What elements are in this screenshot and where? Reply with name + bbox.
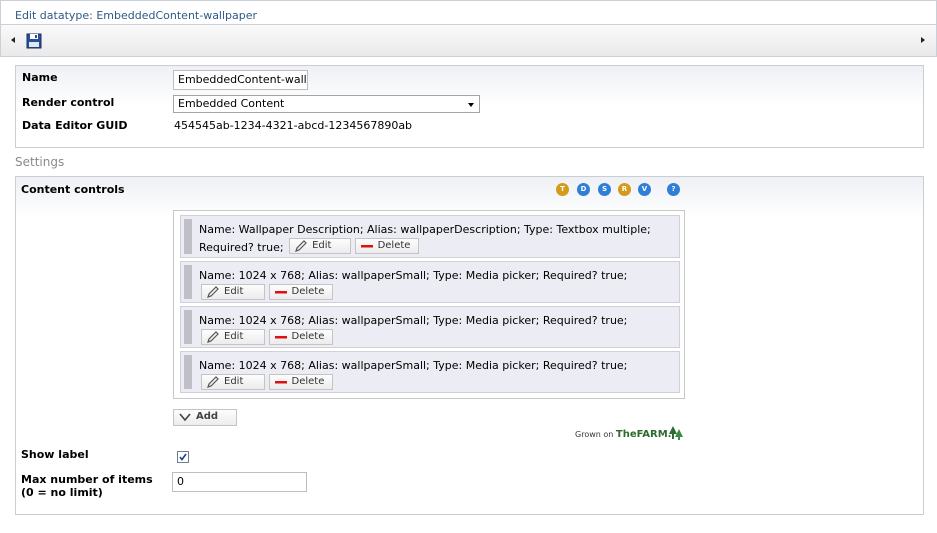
delete-button[interactable]: Delete [268, 374, 333, 390]
show-label-label: Show label [21, 448, 89, 461]
content-controls-label: Content controls [21, 183, 125, 196]
item-description: Name: Wallpaper Description; Alias: wall… [199, 223, 651, 254]
save-icon[interactable] [26, 33, 42, 49]
delete-button[interactable]: Delete [354, 238, 419, 254]
help-icon[interactable]: ? [667, 183, 680, 196]
list-item: Name: 1024 x 768; Alias: wallpaperSmall;… [180, 261, 680, 303]
chevron-down-icon [468, 103, 474, 107]
pencil-icon [295, 240, 307, 252]
delete-button[interactable]: Delete [268, 284, 333, 300]
drag-handle[interactable] [184, 219, 192, 254]
tooltip-r-icon[interactable]: R [618, 183, 631, 196]
item-description: Name: 1024 x 768; Alias: wallpaperSmall;… [199, 359, 628, 372]
edit-button[interactable]: Edit [289, 238, 352, 254]
delete-button[interactable]: Delete [268, 329, 333, 345]
properties-panel: Name EmbeddedContent-wallpaper Render co… [15, 65, 924, 148]
drag-handle[interactable] [184, 265, 192, 299]
name-input[interactable]: EmbeddedContent-wallpaper [173, 70, 308, 90]
render-control-label: Render control [22, 96, 115, 109]
thefarm-logo[interactable]: Grown on TheFARM. [575, 429, 671, 440]
add-button[interactable]: Add [173, 409, 237, 426]
minus-icon [360, 245, 373, 248]
max-items-label: Max number of items (0 = no limit) [21, 473, 153, 499]
item-description: Name: 1024 x 768; Alias: wallpaperSmall;… [199, 314, 628, 327]
list-item: Name: 1024 x 768; Alias: wallpaperSmall;… [180, 306, 680, 348]
window-title: Edit datatype: EmbeddedContent-wallpaper [15, 9, 258, 22]
toolbar [0, 24, 937, 57]
minus-icon [274, 381, 287, 384]
arrow-right-icon[interactable] [921, 37, 925, 43]
content-controls-list: Name: Wallpaper Description; Alias: wall… [173, 210, 685, 399]
tooltip-t-icon[interactable]: T [556, 183, 569, 196]
tooltip-v-icon[interactable]: V [638, 183, 651, 196]
pencil-icon [207, 286, 219, 298]
edit-button[interactable]: Edit [201, 374, 265, 390]
list-item: Name: 1024 x 768; Alias: wallpaperSmall;… [180, 351, 680, 393]
chevron-down-icon [179, 413, 191, 422]
minus-icon [274, 291, 287, 294]
window-titlebar: Edit datatype: EmbeddedContent-wallpaper [0, 0, 937, 24]
max-items-input[interactable]: 0 [172, 472, 307, 492]
checkmark-icon [179, 453, 187, 461]
drag-handle[interactable] [184, 355, 192, 389]
tree-icon [669, 426, 683, 440]
pencil-icon [207, 331, 219, 343]
render-control-select[interactable]: Embedded Content [173, 95, 480, 113]
tooltip-s-icon[interactable]: S [598, 183, 611, 196]
show-label-checkbox[interactable] [177, 451, 189, 463]
minus-icon [274, 336, 287, 339]
render-control-value: Embedded Content [178, 97, 285, 110]
drag-handle[interactable] [184, 310, 192, 344]
edit-button[interactable]: Edit [201, 284, 265, 300]
name-label: Name [22, 71, 58, 84]
arrow-left-icon[interactable] [11, 37, 15, 43]
guid-value: 454545ab-1234-4321-abcd-1234567890ab [174, 119, 413, 132]
item-description: Name: 1024 x 768; Alias: wallpaperSmall;… [199, 269, 628, 282]
settings-heading: Settings [15, 155, 65, 169]
guid-label: Data Editor GUID [22, 119, 128, 132]
pencil-icon [207, 376, 219, 388]
edit-button[interactable]: Edit [201, 329, 265, 345]
list-item: Name: Wallpaper Description; Alias: wall… [180, 215, 680, 258]
tooltip-d-icon[interactable]: D [577, 183, 590, 196]
